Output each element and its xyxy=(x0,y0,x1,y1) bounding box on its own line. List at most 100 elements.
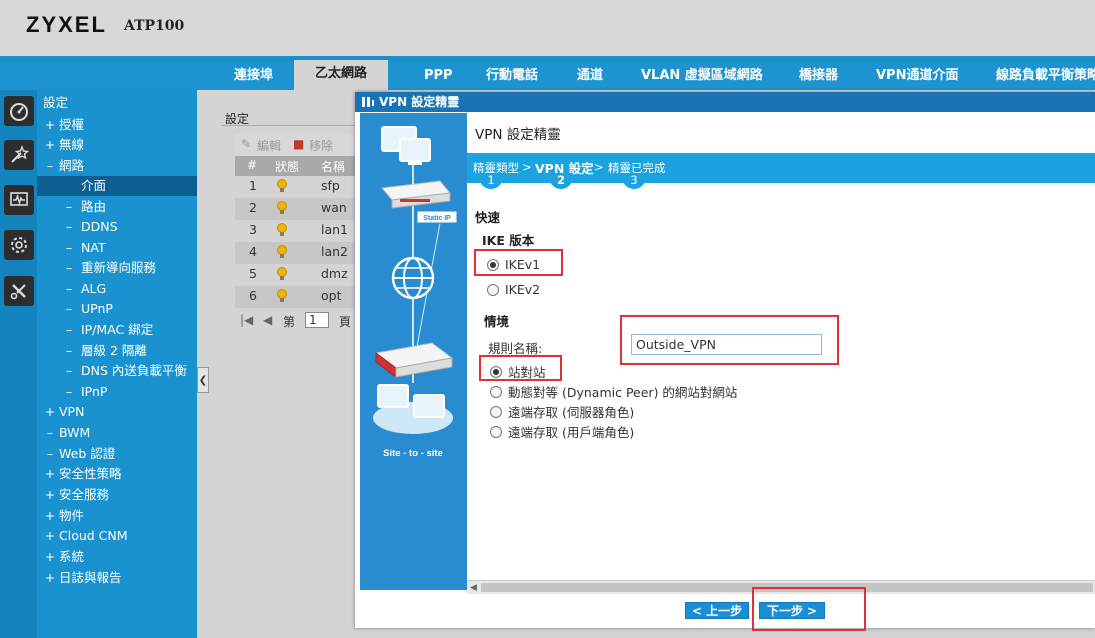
static-ip-label: Static IP xyxy=(423,215,451,222)
tab-vpn-tunnel-interface[interactable]: VPN通道介面 xyxy=(876,62,958,90)
radio-button[interactable] xyxy=(487,283,499,296)
table-row[interactable]: 5 dmz xyxy=(235,264,360,286)
first-page-icon[interactable]: |◀ xyxy=(240,313,253,327)
tab-bridge[interactable]: 橋接器 xyxy=(799,62,838,90)
sidebar-item[interactable]: – UPnP xyxy=(37,299,197,319)
next-button[interactable]: 下一步 > xyxy=(759,602,825,619)
sidebar-item-label: 層級 2 隔離 xyxy=(81,343,147,358)
sidebar-item[interactable]: + 授權 xyxy=(37,115,197,135)
sidebar-item[interactable]: – NAT xyxy=(37,238,197,258)
tab-load-balancing[interactable]: 線路負載平衡策略 xyxy=(996,62,1095,90)
edit-button[interactable]: 編輯 xyxy=(257,137,281,154)
tab-vlan[interactable]: VLAN 虛擬區域網路 xyxy=(641,62,763,90)
gear-icon[interactable] xyxy=(4,230,34,260)
sidebar-item[interactable]: – ALG xyxy=(37,279,197,299)
radio-remote-access-server[interactable]: 遠端存取 (伺服器角色) xyxy=(490,402,634,421)
scenario-section-title: 情境 xyxy=(484,314,510,329)
sidebar-collapse-handle[interactable]: ❮ xyxy=(197,367,209,393)
sidebar-item-label: 安全服務 xyxy=(59,487,110,502)
sidebar-item[interactable]: – IP/MAC 綁定 xyxy=(37,320,197,340)
table-row[interactable]: 2 wan xyxy=(235,198,360,220)
radio-remote-access-client[interactable]: 遠端存取 (用戶端角色) xyxy=(490,422,634,441)
trash-icon: ■ xyxy=(293,137,305,151)
site-to-site-caption: Site - to - site xyxy=(383,448,443,459)
brand-logo: ZYXEL xyxy=(26,12,107,37)
table-row[interactable]: 3 lan1 xyxy=(235,220,360,242)
sidebar-item[interactable]: + 安全性策略 xyxy=(37,464,197,484)
sidebar-item[interactable]: + 安全服務 xyxy=(37,485,197,505)
dashboard-icon[interactable] xyxy=(4,96,34,126)
radio-button[interactable] xyxy=(487,258,499,271)
sidebar-item[interactable]: – 重新導向服務 xyxy=(37,258,197,278)
sidebar-item[interactable]: – DNS 內送負載平衡 xyxy=(37,361,197,381)
rule-name-label: 規則名稱: xyxy=(488,341,543,356)
sidebar-item[interactable]: 介面 xyxy=(37,176,197,196)
tab-tunnel[interactable]: 通道 xyxy=(577,62,603,90)
radio-button[interactable] xyxy=(490,425,502,438)
rule-name-input[interactable] xyxy=(631,334,822,355)
tree-symbol: + xyxy=(44,137,56,152)
status-bulb-icon xyxy=(277,223,287,236)
table-row[interactable]: 1 sfp xyxy=(235,176,360,198)
sidebar-item-label: 系統 xyxy=(59,549,85,564)
sidebar-item[interactable]: – 路由 xyxy=(37,197,197,217)
ike-version-label: IKE 版本 xyxy=(482,233,535,248)
radio-button[interactable] xyxy=(490,365,502,378)
sidebar-item-label: UPnP xyxy=(81,301,113,316)
sidebar-item[interactable]: – IPnP xyxy=(37,382,197,402)
cloud-computers-icon xyxy=(373,384,453,434)
radio-site-to-site[interactable]: 站對站 xyxy=(490,362,546,381)
radio-button[interactable] xyxy=(490,405,502,418)
sidebar-item-label: 網路 xyxy=(59,158,85,173)
quick-section-title: 快速 xyxy=(475,210,501,225)
sidebar-item-label: BWM xyxy=(59,425,91,440)
sidebar-item[interactable]: + 系統 xyxy=(37,547,197,567)
sidebar-item[interactable]: – DDNS xyxy=(37,217,197,237)
step-separator: > xyxy=(522,160,532,174)
sidebar-item[interactable]: + 日誌與報告 xyxy=(37,568,197,588)
tab-ethernet[interactable]: 乙太網路 xyxy=(294,60,388,90)
tab-ports[interactable]: 連接埠 xyxy=(234,62,273,90)
wizard-illustration: Static IP Site - to - site xyxy=(360,113,467,590)
sidebar-item[interactable]: + 無線 xyxy=(37,135,197,155)
radio-ikev1[interactable]: IKEv1 xyxy=(487,257,540,272)
tab-cellular[interactable]: 行動電話 xyxy=(486,62,538,90)
interface-name: opt xyxy=(321,288,342,303)
prev-page-icon[interactable]: ◀ xyxy=(263,313,272,327)
interface-name: wan xyxy=(321,200,347,215)
radio-button[interactable] xyxy=(490,385,502,398)
tree-symbol: – xyxy=(46,158,54,173)
sidebar-item[interactable]: – 層級 2 隔離 xyxy=(37,341,197,361)
sidebar-item-label: Cloud CNM xyxy=(59,528,128,543)
horizontal-scrollbar[interactable]: ◀ xyxy=(467,580,1095,594)
option-label: 站對站 xyxy=(508,365,546,380)
monitor-icon[interactable] xyxy=(4,185,34,215)
scrollbar-thumb[interactable] xyxy=(481,583,1093,592)
remove-button[interactable]: 移除 xyxy=(309,137,333,154)
tab-ppp[interactable]: PPP xyxy=(424,62,453,90)
page-number-input[interactable]: 1 xyxy=(305,312,329,328)
sidebar-item[interactable]: – 網路 xyxy=(37,156,197,176)
radio-ikev2[interactable]: IKEv2 xyxy=(487,282,540,297)
column-header: 名稱 xyxy=(321,160,346,174)
sidebar-item-label: 授權 xyxy=(59,117,85,132)
magic-wand-icon[interactable] xyxy=(4,140,34,170)
prev-button[interactable]: < 上一步 xyxy=(685,602,749,619)
sidebar-item[interactable]: + 物件 xyxy=(37,506,197,526)
tree-symbol: – xyxy=(65,199,73,214)
column-header: # xyxy=(247,158,258,172)
sidebar-item[interactable]: + Cloud CNM xyxy=(37,526,197,546)
sidebar-item[interactable]: – BWM xyxy=(37,423,197,443)
table-row[interactable]: 6 opt xyxy=(235,286,360,308)
status-bulb-icon xyxy=(277,201,287,214)
scroll-left-icon[interactable]: ◀ xyxy=(470,581,477,595)
sidebar-item[interactable]: – Web 認證 xyxy=(37,444,197,464)
dialog-title: VPN 設定精靈 xyxy=(379,95,460,109)
radio-dynamic-peer[interactable]: 動態對等 (Dynamic Peer) 的網站對網站 xyxy=(490,382,737,401)
table-row[interactable]: 4 lan2 xyxy=(235,242,360,264)
device-model: ATP100 xyxy=(124,18,185,34)
interface-name: dmz xyxy=(321,266,348,281)
sidebar-item[interactable]: + VPN xyxy=(37,402,197,422)
tools-icon[interactable] xyxy=(4,276,34,306)
column-header: 狀態 xyxy=(275,160,300,174)
